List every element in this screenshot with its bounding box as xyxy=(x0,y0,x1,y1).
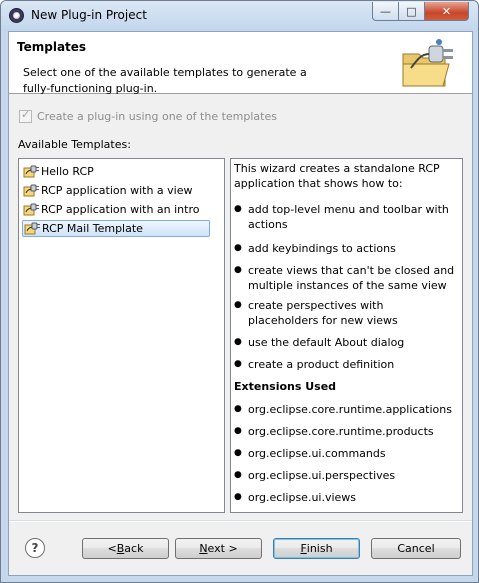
bullet-text: create views that can't be closed and mu… xyxy=(248,264,455,292)
dialog-window: New Plug-in Project — □ ✕ Templates Sele… xyxy=(0,0,479,583)
back-label: ack xyxy=(124,542,144,555)
dialog-client-area: Templates Select one of the available te… xyxy=(8,31,473,576)
bullet-icon: ● xyxy=(234,404,242,414)
description-bullet: ● add keybindings to actions xyxy=(234,241,456,256)
plugin-template-icon xyxy=(23,165,41,179)
bullet-icon: ● xyxy=(234,265,242,275)
bullet-icon: ● xyxy=(234,359,242,369)
description-bullet: ● create views that can't be closed and m… xyxy=(234,263,456,293)
footer-separator xyxy=(9,520,472,522)
bullet-text: add keybindings to actions xyxy=(248,242,396,255)
extension-text: org.eclipse.core.runtime.applications xyxy=(248,403,452,416)
description-bullet: ● create a product definition xyxy=(234,357,456,372)
bullet-text: use the default About dialog xyxy=(248,336,405,349)
cancel-button[interactable]: Cancel xyxy=(371,538,461,559)
bullet-text: create perspectives with placeholders fo… xyxy=(248,299,398,327)
window-title: New Plug-in Project xyxy=(31,8,147,22)
bullet-text: add top-level menu and toolbar with acti… xyxy=(248,203,449,231)
extension-text: org.eclipse.ui.views xyxy=(248,491,357,504)
bullet-icon: ● xyxy=(234,448,242,458)
bullet-icon: ● xyxy=(234,204,242,214)
finish-label: inish xyxy=(306,542,333,555)
template-list-item[interactable]: RCP application with a view xyxy=(22,182,195,199)
use-template-checkbox-row[interactable]: Create a plug-in using one of the templa… xyxy=(19,108,277,123)
page-description: Select one of the available templates to… xyxy=(23,66,307,95)
plugin-template-icon xyxy=(24,222,42,236)
extension-bullet: ● org.eclipse.ui.perspectives xyxy=(234,468,456,483)
template-label: RCP application with an intro xyxy=(41,203,200,216)
bullet-icon: ● xyxy=(234,470,242,480)
maximize-button[interactable]: □ xyxy=(398,2,425,21)
extensions-heading: Extensions Used xyxy=(234,380,337,393)
finish-button[interactable]: Finish xyxy=(273,538,360,559)
extension-bullet: ● org.eclipse.ui.views xyxy=(234,490,456,505)
plugin-template-icon xyxy=(23,203,41,217)
template-list-item[interactable]: RCP application with an intro xyxy=(22,201,202,218)
available-templates-label: Available Templates: xyxy=(18,138,131,151)
description-bullet: ● create perspectives with placeholders f… xyxy=(234,298,456,328)
template-description-panel: This wizard creates a standalone RCP app… xyxy=(230,158,463,513)
templates-list[interactable]: Hello RCP RCP application with a view RCP … xyxy=(18,158,225,513)
help-button[interactable]: ? xyxy=(25,538,45,558)
extension-text: org.eclipse.core.runtime.products xyxy=(248,425,434,438)
bullet-icon: ● xyxy=(234,243,242,253)
bullet-icon: ● xyxy=(234,300,242,310)
title-bar[interactable]: New Plug-in Project — □ ✕ xyxy=(1,1,478,31)
bullet-icon: ● xyxy=(234,337,242,347)
extension-bullet: ● org.eclipse.core.runtime.applications xyxy=(234,402,456,417)
description-bullet: ● add top-level menu and toolbar with act… xyxy=(234,202,456,232)
template-list-item[interactable]: RCP Mail Template xyxy=(22,220,210,237)
eclipse-icon xyxy=(9,8,24,23)
back-prefix: < xyxy=(107,542,117,555)
template-label: RCP Mail Template xyxy=(42,222,143,235)
back-button[interactable]: < Back xyxy=(82,538,169,559)
plugin-folder-icon xyxy=(402,39,453,87)
plugin-template-icon xyxy=(23,184,41,198)
extension-bullet: ● org.eclipse.core.runtime.products xyxy=(234,424,456,439)
template-list-item[interactable]: Hello RCP xyxy=(22,163,97,180)
minimize-button[interactable]: — xyxy=(372,2,399,21)
template-label: Hello RCP xyxy=(41,165,94,178)
bullet-icon: ● xyxy=(234,426,242,436)
extension-text: org.eclipse.ui.commands xyxy=(248,447,386,460)
description-intro: This wizard creates a standalone RCP app… xyxy=(234,162,440,190)
bullet-icon: ● xyxy=(234,492,242,502)
page-title: Templates xyxy=(17,40,87,54)
next-button[interactable]: Next > xyxy=(175,538,262,559)
bullet-text: create a product definition xyxy=(248,358,395,371)
use-template-checkbox[interactable] xyxy=(19,108,32,123)
template-label: RCP application with a view xyxy=(41,184,193,197)
extension-text: org.eclipse.ui.perspectives xyxy=(248,469,396,482)
extension-bullet: ● org.eclipse.ui.commands xyxy=(234,446,456,461)
back-mnemonic: B xyxy=(116,542,125,555)
next-mnemonic: N xyxy=(199,542,208,555)
use-template-label: Create a plug-in using one of the templa… xyxy=(37,110,277,123)
description-bullet: ● use the default About dialog xyxy=(234,335,456,350)
close-button[interactable]: ✕ xyxy=(424,2,469,21)
next-label: ext > xyxy=(207,542,238,555)
wizard-header: Templates Select one of the available te… xyxy=(9,32,472,95)
